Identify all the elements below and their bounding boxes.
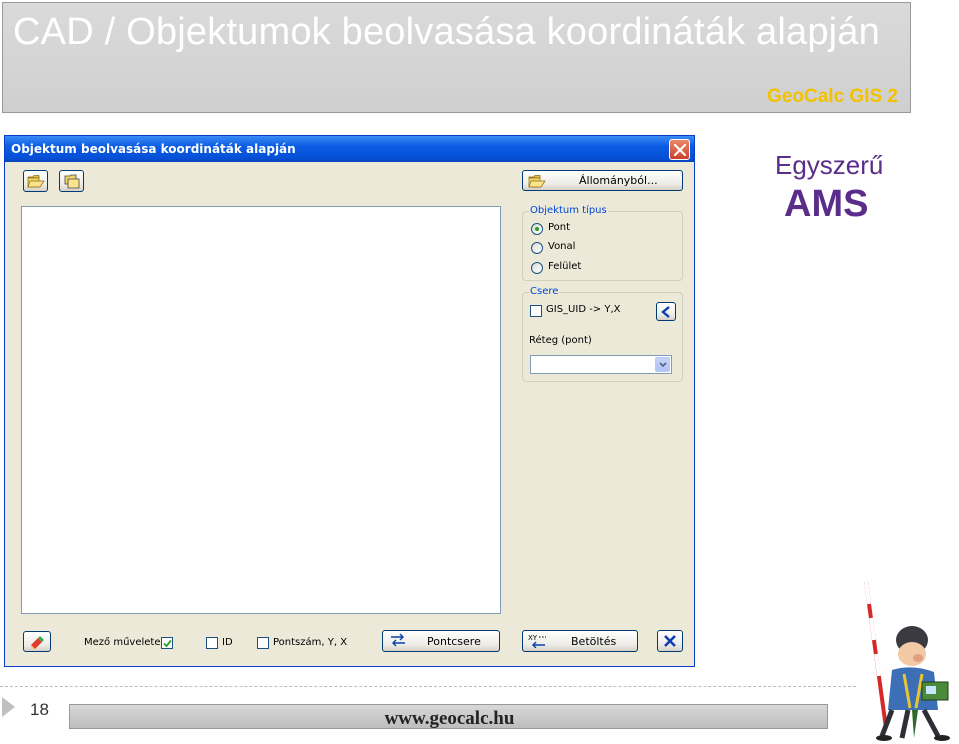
- swap-group: Csere GIS_UID -> Y,X Réteg (pont): [522, 286, 683, 382]
- id-checkbox[interactable]: [206, 637, 218, 649]
- swap-arrow-button[interactable]: [656, 302, 676, 321]
- radio-button[interactable]: [531, 262, 543, 274]
- footer-bar: www.geocalc.hu: [69, 704, 828, 729]
- layer-select-dropdown[interactable]: [655, 357, 670, 372]
- layer-label: Réteg (pont): [529, 335, 592, 346]
- id-label: ID: [222, 637, 233, 648]
- brand-label: GeoCalc GIS 2: [767, 86, 898, 107]
- svg-text:XY: XY: [528, 634, 538, 642]
- layer-select[interactable]: [530, 355, 672, 374]
- cancel-button[interactable]: [657, 630, 683, 652]
- close-icon: [674, 144, 686, 156]
- field-ops-button[interactable]: [23, 631, 51, 652]
- object-type-group: Objektum típus Pont Vonal Felület: [522, 205, 683, 281]
- dialog-window: Objektum beolvasása koordináták alapján …: [4, 135, 695, 667]
- folder-tree-icon: [64, 174, 80, 189]
- window-close-button[interactable]: [669, 139, 690, 160]
- radio-selected-dot: [535, 227, 539, 231]
- folder-open-icon: [528, 175, 546, 188]
- point-swap-label: Pontcsere: [427, 635, 481, 648]
- gis-uid-checkbox[interactable]: [530, 305, 542, 317]
- point-swap-button[interactable]: Pontcsere: [382, 630, 500, 652]
- page-arrow-icon: [2, 697, 15, 717]
- radio-vonal-label: Vonal: [548, 241, 576, 252]
- radio-button[interactable]: [531, 242, 543, 254]
- load-button[interactable]: XY Betöltés: [522, 630, 638, 652]
- coordinate-load-icon: XY: [528, 634, 546, 648]
- load-label: Betöltés: [571, 635, 617, 648]
- radio-button[interactable]: [531, 223, 543, 235]
- eraser-pencil-icon: [31, 636, 44, 649]
- window-title: Objektum beolvasása koordináták alapján: [11, 142, 296, 156]
- slide-title: CAD / Objektumok beolvasása koordináták …: [13, 11, 880, 53]
- window-titlebar[interactable]: Objektum beolvasása koordináták alapján: [5, 136, 694, 162]
- footer-url: www.geocalc.hu: [384, 708, 515, 729]
- side-text-ams: AMS: [784, 183, 869, 225]
- close-icon: [664, 635, 676, 647]
- side-text-simple: Egyszerű: [775, 150, 884, 180]
- field-ops-checkbox[interactable]: [161, 637, 173, 649]
- page-number: 18: [30, 700, 49, 719]
- folder-open-icon: [27, 175, 45, 188]
- chevron-down-icon: [659, 362, 667, 368]
- footer-divider: [0, 686, 856, 687]
- object-list-area[interactable]: [21, 206, 501, 614]
- pointnum-label: Pontszám, Y, X: [273, 637, 348, 648]
- object-type-title: Objektum típus: [529, 205, 608, 216]
- checkmark-icon: [163, 639, 172, 648]
- pointnum-checkbox[interactable]: [257, 637, 269, 649]
- radio-pont-label: Pont: [548, 222, 571, 233]
- swap-arrows-icon: [391, 633, 405, 647]
- from-file-label: Állományból...: [579, 174, 658, 187]
- open-file-button[interactable]: [23, 170, 48, 192]
- surveyor-mascot-image: [864, 581, 950, 741]
- arrow-left-icon: [661, 306, 670, 318]
- open-folder-button[interactable]: [59, 170, 84, 192]
- field-ops-label: Mező műveletek: [84, 637, 167, 648]
- slide-header: CAD / Objektumok beolvasása koordináták …: [2, 2, 911, 113]
- from-file-button[interactable]: Állományból...: [522, 170, 683, 191]
- swap-title: Csere: [529, 286, 560, 297]
- radio-felulet-label: Felület: [548, 261, 582, 272]
- gis-uid-label: GIS_UID -> Y,X: [546, 304, 621, 315]
